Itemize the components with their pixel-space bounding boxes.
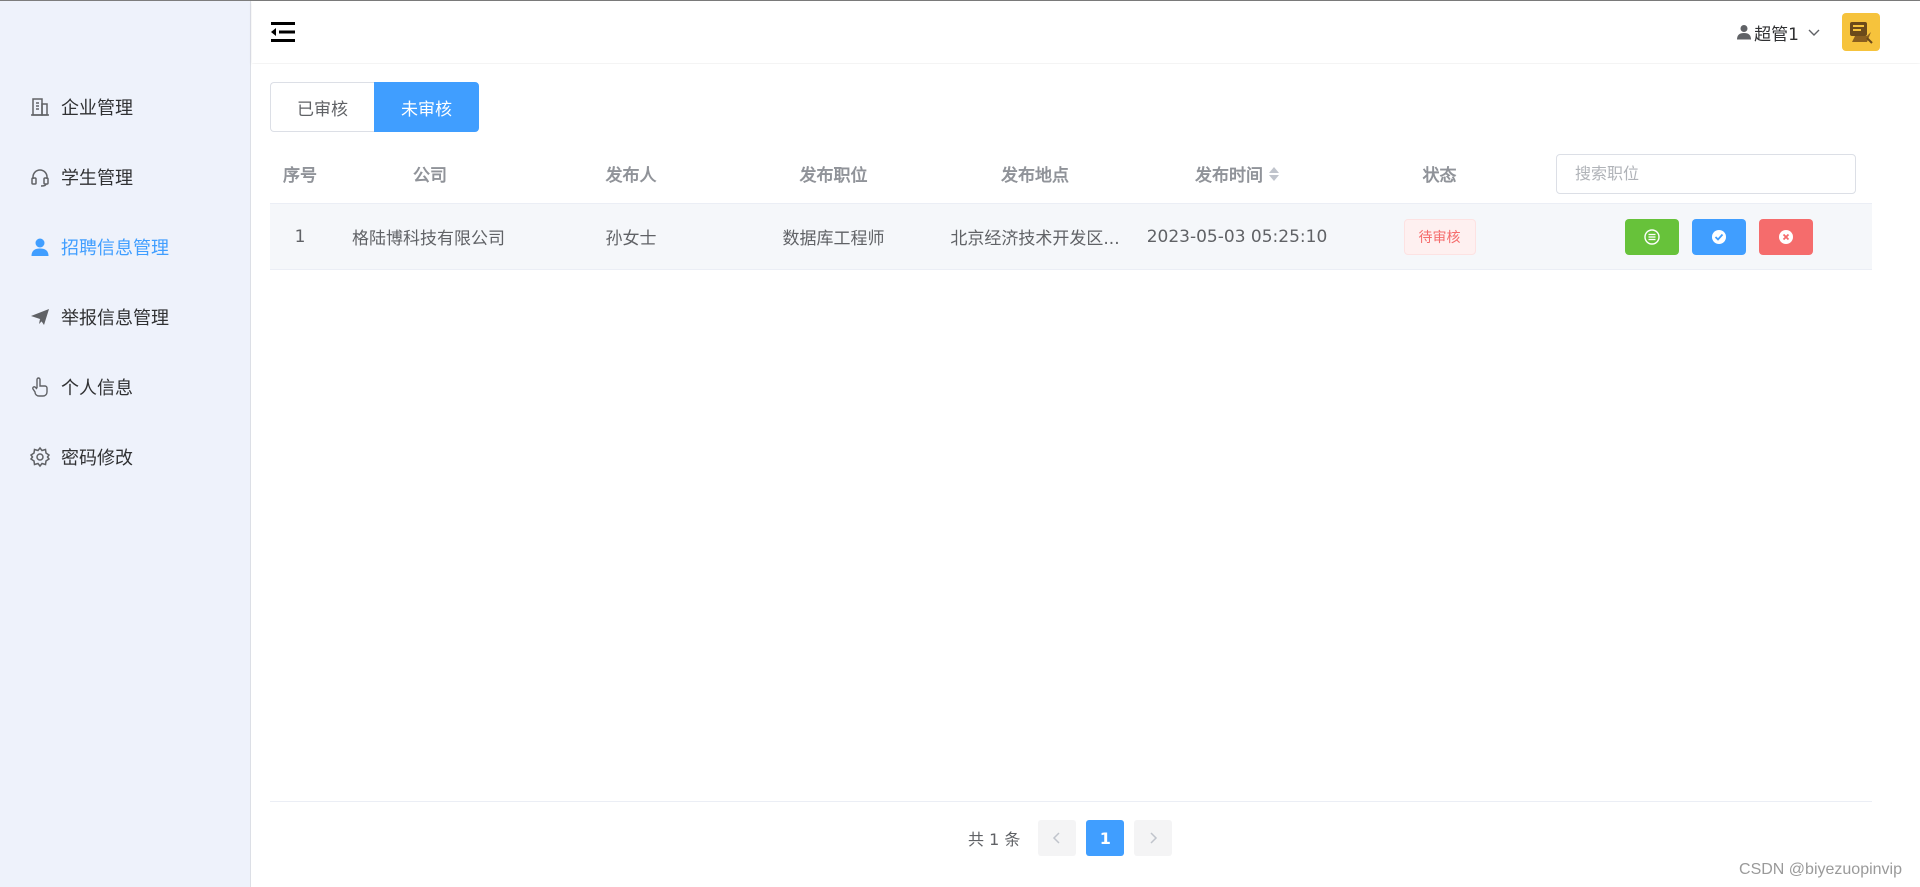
col-status: 状态 bbox=[1422, 166, 1457, 186]
col-time[interactable]: 发布时间 bbox=[1135, 144, 1339, 203]
user-icon bbox=[1737, 25, 1752, 40]
status-badge: 待审核 bbox=[1403, 218, 1476, 255]
avatar-image-icon bbox=[1850, 22, 1873, 44]
check-circle-icon bbox=[1711, 229, 1726, 244]
reject-button[interactable] bbox=[1758, 218, 1813, 255]
pagination-total: 共 1 条 bbox=[968, 830, 1021, 849]
cell-index: 1 bbox=[294, 226, 306, 247]
col-position: 发布职位 bbox=[799, 166, 868, 186]
sidebar-item-reports[interactable]: 举报信息管理 bbox=[0, 282, 250, 352]
paper-plane-icon bbox=[29, 306, 51, 328]
cell-actions bbox=[1540, 204, 1872, 269]
pagination: 共 1 条 1 bbox=[968, 820, 1173, 856]
user-icon bbox=[29, 236, 51, 258]
watermark: CSDN @biyezuopinvip bbox=[1739, 861, 1902, 878]
sidebar-item-label: 学生管理 bbox=[61, 168, 133, 189]
avatar[interactable] bbox=[1842, 13, 1880, 51]
sidebar-item-recruitment[interactable]: 招聘信息管理 bbox=[0, 212, 250, 282]
sidebar-item-password[interactable]: 密码修改 bbox=[0, 422, 250, 492]
col-publisher: 发布人 bbox=[605, 166, 657, 186]
next-page-button[interactable] bbox=[1134, 820, 1173, 856]
row-actions bbox=[1600, 218, 1813, 255]
cell-location-text: 北京经济技术开发区... bbox=[950, 229, 1120, 249]
list-detail-icon bbox=[1643, 228, 1660, 245]
sidebar-item-label: 密码修改 bbox=[61, 448, 133, 469]
cell-publisher: 孙女士 bbox=[605, 229, 657, 249]
pointer-hand-icon bbox=[29, 376, 51, 398]
tab-approved[interactable]: 已审核 bbox=[270, 82, 374, 132]
job-table: 序号 公司 发布人 发布职位 发布地点 发布时间 状态 1 格陆博科技有限公司 … bbox=[270, 144, 1872, 270]
col-search bbox=[1540, 144, 1872, 203]
building-icon bbox=[29, 96, 51, 118]
cell-position: 数据库工程师 bbox=[782, 229, 885, 249]
headset-icon bbox=[29, 166, 51, 188]
username: 超管1 bbox=[1754, 24, 1799, 45]
col-time-label: 发布时间 bbox=[1195, 166, 1263, 186]
user-dropdown[interactable]: 超管1 bbox=[1737, 19, 1824, 45]
tab-pending[interactable]: 未审核 bbox=[374, 82, 479, 132]
table-header: 序号 公司 发布人 发布职位 发布地点 发布时间 状态 bbox=[270, 144, 1872, 204]
col-company: 公司 bbox=[413, 166, 447, 186]
sidebar-item-label: 企业管理 bbox=[61, 98, 133, 119]
table-row: 1 格陆博科技有限公司 孙女士 数据库工程师 北京经济技术开发区... 2023… bbox=[270, 204, 1872, 270]
sidebar-item-label: 招聘信息管理 bbox=[61, 238, 169, 259]
audit-tabs: 已审核 未审核 bbox=[270, 82, 479, 132]
sidebar-item-label: 个人信息 bbox=[61, 378, 133, 399]
main-content: 已审核 未审核 序号 公司 发布人 发布职位 发布地点 发布时间 状态 1 格陆 bbox=[252, 64, 1920, 887]
cell-company: 格陆博科技有限公司 bbox=[352, 229, 505, 249]
cell-status: 待审核 bbox=[1339, 204, 1540, 269]
sidebar-item-enterprise[interactable]: 企业管理 bbox=[0, 72, 250, 142]
close-circle-icon bbox=[1778, 229, 1793, 244]
sidebar: 企业管理 学生管理 招聘信息管理 举报信息管理 个人信息 密码修改 bbox=[0, 1, 251, 887]
chevron-down-icon bbox=[1808, 29, 1820, 36]
view-detail-button[interactable] bbox=[1624, 218, 1679, 255]
page-number-button[interactable]: 1 bbox=[1086, 820, 1125, 856]
sidebar-item-students[interactable]: 学生管理 bbox=[0, 142, 250, 212]
collapse-menu-icon[interactable] bbox=[270, 19, 296, 45]
pagination-divider bbox=[270, 801, 1872, 802]
chevron-right-icon bbox=[1150, 832, 1158, 844]
col-index: 序号 bbox=[283, 166, 317, 186]
sort-icon[interactable] bbox=[1269, 166, 1279, 181]
sidebar-menu: 企业管理 学生管理 招聘信息管理 举报信息管理 个人信息 密码修改 bbox=[0, 72, 250, 492]
sidebar-item-label: 举报信息管理 bbox=[61, 308, 169, 329]
chevron-left-icon bbox=[1053, 832, 1060, 844]
sidebar-item-profile[interactable]: 个人信息 bbox=[0, 352, 250, 422]
top-header: 超管1 bbox=[252, 1, 1920, 63]
approve-button[interactable] bbox=[1691, 218, 1746, 255]
search-input[interactable] bbox=[1556, 153, 1856, 194]
cell-location: 北京经济技术开发区... bbox=[935, 204, 1135, 269]
col-location: 发布地点 bbox=[1001, 166, 1069, 186]
cell-time: 2023-05-03 05:25:10 bbox=[1146, 226, 1328, 247]
prev-page-button[interactable] bbox=[1038, 820, 1077, 856]
gear-icon bbox=[29, 446, 51, 468]
